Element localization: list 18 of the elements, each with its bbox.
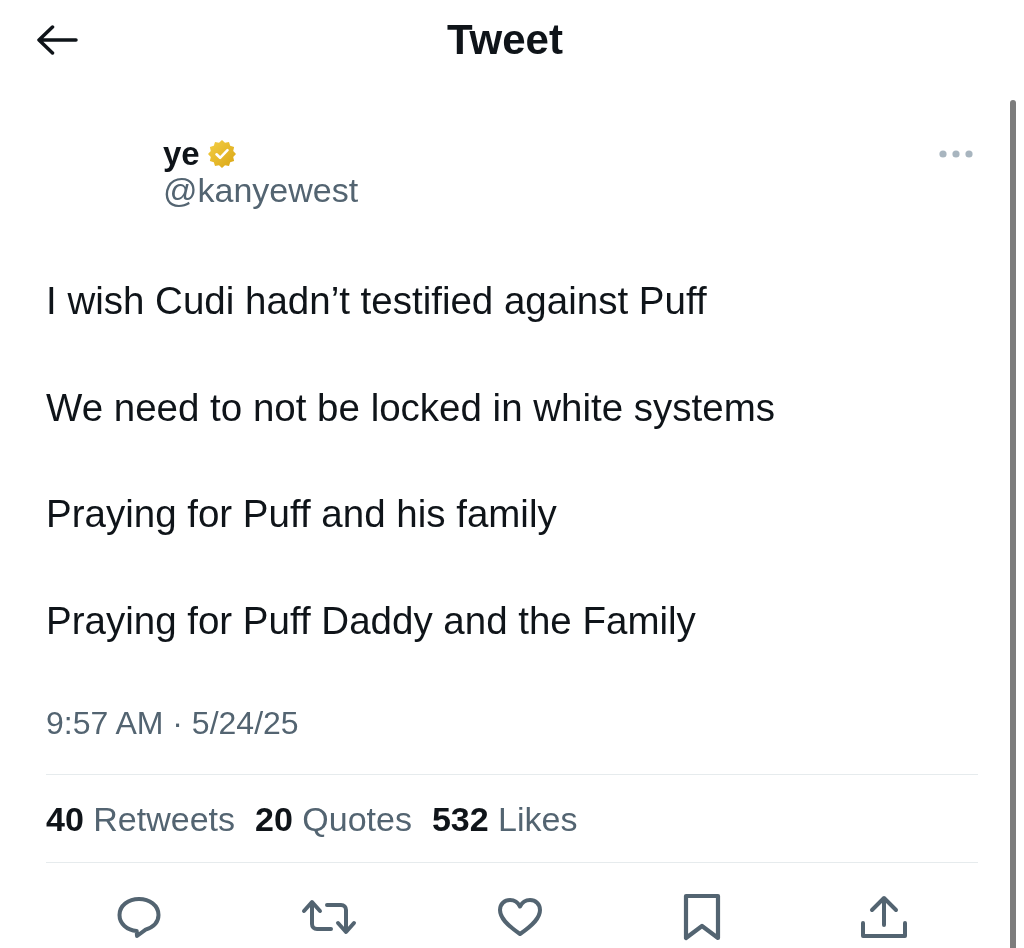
stat-link[interactable]: 40 Retweets — [46, 800, 235, 837]
tweet-text-line: I wish Cudi hadn’t testified against Puff — [46, 278, 708, 324]
heart-icon[interactable] — [497, 896, 543, 937]
retweet-arrows-icon[interactable] — [301, 897, 358, 936]
tweet-text-line: We need to not be locked in white systems — [46, 384, 777, 431]
scrollbar-thumb[interactable] — [1010, 100, 1016, 948]
user-handle[interactable]: @kanyewest — [163, 172, 359, 208]
speech-bubble-icon[interactable] — [115, 895, 162, 938]
stat-link[interactable]: 20 Quotes — [255, 800, 412, 837]
tweet-text-line: Praying for Puff Daddy and the Family — [46, 597, 697, 644]
display-name[interactable]: ye — [163, 136, 200, 172]
bookmark-icon[interactable] — [682, 892, 721, 941]
tweet-text-line: Praying for Puff and his family — [46, 491, 558, 537]
back-arrow-icon[interactable] — [36, 25, 78, 55]
stat-link[interactable]: 532 Likes — [431, 800, 578, 837]
timestamp[interactable]: 9:57 AM · 5/24/25 — [46, 704, 978, 741]
share-icon[interactable] — [860, 894, 909, 939]
page-title: Tweet — [447, 16, 563, 64]
